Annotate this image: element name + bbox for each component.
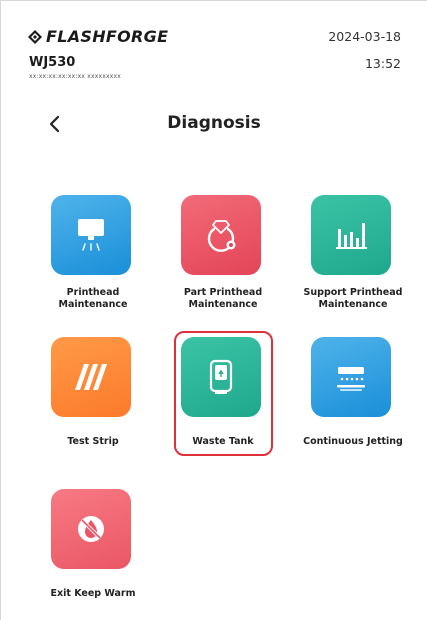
status-header: FLASHFORGE WJ530 xx:xx:xx:xx:xx:xx xxxxx… bbox=[1, 1, 427, 101]
selection-highlight bbox=[174, 331, 273, 456]
tile-label: Continuous Jetting bbox=[303, 436, 403, 447]
brand-logo: FLASHFORGE bbox=[27, 27, 168, 46]
printhead-icon bbox=[51, 195, 131, 275]
clock-time: 13:52 bbox=[364, 56, 401, 71]
tile-support-printhead-maintenance[interactable]: Support Printhead Maintenance bbox=[297, 195, 409, 325]
tile-label: Printhead Maintenance bbox=[58, 287, 128, 310]
page-title: Diagnosis bbox=[167, 113, 261, 133]
test-strip-icon bbox=[51, 337, 131, 417]
tile-test-strip[interactable]: Test Strip bbox=[37, 337, 149, 457]
part-printhead-icon bbox=[181, 195, 261, 275]
tile-label: Exit Keep Warm bbox=[50, 588, 136, 599]
flashforge-logo-icon bbox=[28, 29, 42, 44]
tile-printhead-maintenance[interactable]: Printhead Maintenance bbox=[37, 195, 149, 325]
tile-exit-keep-warm[interactable]: Exit Keep Warm bbox=[37, 489, 149, 609]
tile-continuous-jetting[interactable]: Continuous Jetting bbox=[297, 337, 409, 457]
tile-label: Part Printhead Maintenance bbox=[183, 287, 263, 310]
brand-name: FLASHFORGE bbox=[46, 27, 169, 46]
support-printhead-icon bbox=[311, 195, 391, 275]
device-model: WJ530 bbox=[29, 55, 76, 70]
clock-date: 2024-03-18 bbox=[328, 29, 401, 44]
tile-label: Test Strip bbox=[67, 436, 119, 447]
diagnosis-screen: FLASHFORGE WJ530 xx:xx:xx:xx:xx:xx xxxxx… bbox=[0, 0, 427, 620]
device-serial: xx:xx:xx:xx:xx:xx xxxxxxxxx bbox=[29, 73, 121, 80]
continuous-jetting-icon bbox=[311, 337, 391, 417]
exit-keep-warm-icon bbox=[51, 489, 131, 569]
tile-part-printhead-maintenance[interactable]: Part Printhead Maintenance bbox=[167, 195, 279, 325]
tile-label: Support Printhead Maintenance bbox=[303, 287, 403, 310]
